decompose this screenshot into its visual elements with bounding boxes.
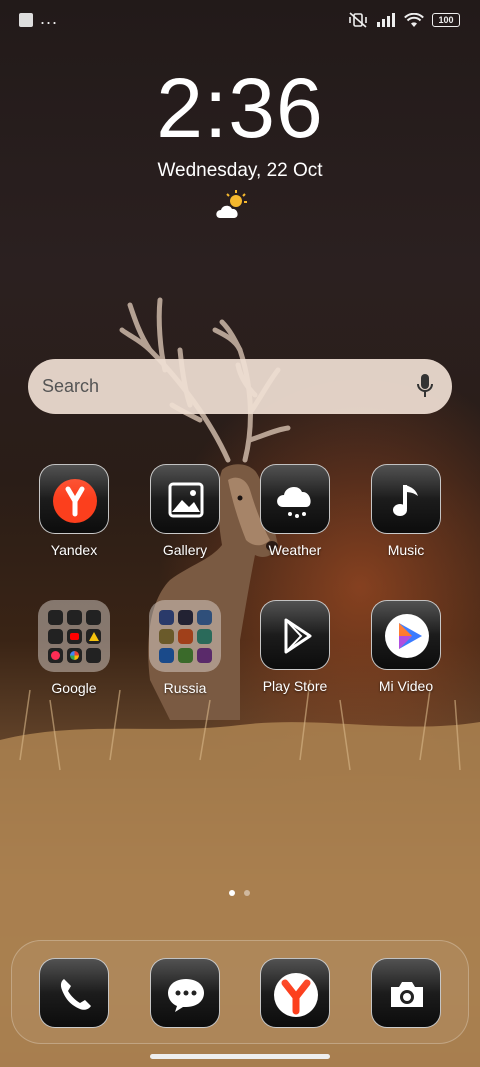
app-icon	[197, 648, 212, 663]
dock-app-camera[interactable]	[356, 958, 456, 1028]
yandex-icon[interactable]	[39, 464, 109, 534]
maps-icon	[48, 629, 63, 644]
music-icon[interactable]	[371, 464, 441, 534]
app-gallery[interactable]: Gallery	[135, 464, 235, 558]
app-icon	[159, 648, 174, 663]
app-play-store[interactable]: Play Store	[245, 600, 345, 694]
app-label: Weather	[268, 542, 322, 558]
messages-icon[interactable]	[150, 958, 220, 1028]
photos-icon	[67, 648, 82, 663]
vibrate-off-icon	[349, 12, 367, 28]
more-notifications-indicator: ...	[40, 8, 59, 28]
drive-icon	[86, 629, 101, 644]
app-icon	[178, 610, 193, 625]
app-icon	[159, 610, 174, 625]
app-yandex[interactable]: Yandex	[24, 464, 124, 558]
app-label: Gallery	[162, 542, 208, 558]
battery-icon: 100	[432, 13, 460, 27]
app-icon	[197, 629, 212, 644]
russia-folder-icon[interactable]	[149, 600, 221, 672]
app-icon	[178, 629, 193, 644]
wifi-icon	[404, 12, 424, 27]
microphone-icon[interactable]	[416, 373, 434, 399]
page-indicator-dot[interactable]	[244, 890, 250, 896]
search-input[interactable]: Search	[42, 376, 99, 397]
app-icon	[178, 648, 193, 663]
dock-app-yandex-browser[interactable]	[245, 958, 345, 1028]
status-bar: ... 100	[0, 0, 480, 40]
app-label: Yandex	[50, 542, 98, 558]
folder-label: Google	[51, 680, 97, 696]
status-icons: 100	[348, 12, 460, 28]
app-label: Music	[387, 542, 425, 558]
youtube-music-icon	[48, 648, 63, 663]
signal-icon	[377, 13, 395, 27]
google-folder-icon[interactable]	[38, 600, 110, 672]
app-weather[interactable]: Weather	[245, 464, 345, 558]
files-icon	[86, 648, 101, 663]
google-icon	[48, 610, 63, 625]
chrome-icon	[67, 610, 82, 625]
notification-icon	[19, 13, 33, 27]
partly-sunny-icon[interactable]	[214, 190, 248, 222]
phone-icon[interactable]	[39, 958, 109, 1028]
camera-icon[interactable]	[371, 958, 441, 1028]
app-icon	[197, 610, 212, 625]
clock-time[interactable]: 2:36	[0, 60, 480, 157]
app-mi-video[interactable]: Mi Video	[356, 600, 456, 694]
app-label: Play Store	[262, 678, 328, 694]
yandex-browser-icon[interactable]	[260, 958, 330, 1028]
mi-video-icon[interactable]	[371, 600, 441, 670]
dock-app-messages[interactable]	[135, 958, 235, 1028]
youtube-icon	[67, 629, 82, 644]
dock-app-phone[interactable]	[24, 958, 124, 1028]
app-music[interactable]: Music	[356, 464, 456, 558]
play-store-icon[interactable]	[260, 600, 330, 670]
app-label: Mi Video	[378, 678, 434, 694]
page-indicator-dot-active[interactable]	[229, 890, 235, 896]
search-bar[interactable]: Search	[28, 359, 452, 414]
weather-icon[interactable]	[260, 464, 330, 534]
app-icon	[159, 629, 174, 644]
folder-russia[interactable]: Russia	[135, 600, 235, 696]
gesture-navigation-handle[interactable]	[150, 1054, 330, 1059]
gallery-icon[interactable]	[150, 464, 220, 534]
gmail-icon	[86, 610, 101, 625]
clock-date[interactable]: Wednesday, 22 Oct	[0, 160, 480, 182]
folder-google[interactable]: Google	[24, 600, 124, 696]
folder-label: Russia	[163, 680, 207, 696]
